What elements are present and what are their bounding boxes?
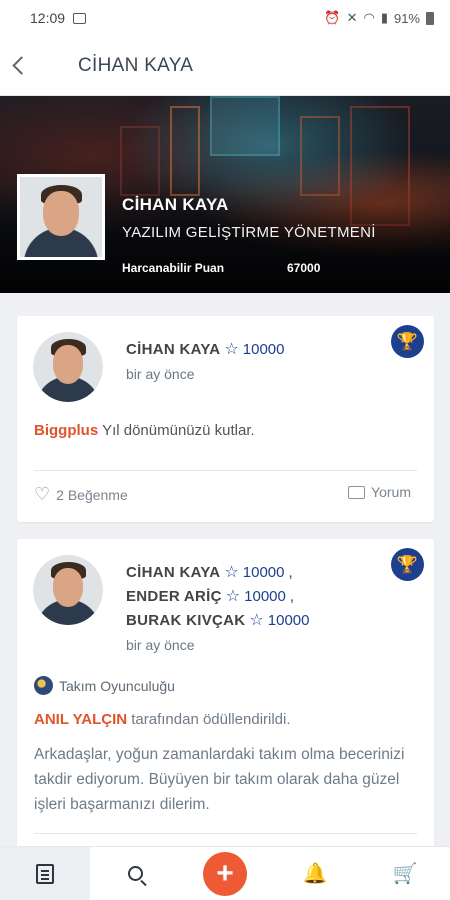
trophy-icon: 🏆 [391,325,424,358]
profile-name: CİHAN KAYA [122,195,229,214]
cover-decoration [210,96,280,156]
sender-name[interactable]: ANIL YALÇIN [34,711,127,728]
comment-label: Yorum [371,484,411,500]
back-button[interactable] [0,36,64,96]
nav-cart[interactable]: 🛒 [360,847,450,900]
recipient-avatar[interactable] [33,332,103,402]
award-message: Arkadaşlar, yoğun zamanlardaki takım olm… [34,746,405,813]
badge-row: Takım Oyunculuğu [34,676,175,695]
like-count: 2 Beğenme [56,486,128,503]
heart-icon: ♡ [34,484,51,504]
nav-add[interactable]: + [180,847,270,900]
feed-card: 🏆 CİHAN KAYA ☆ 10000 bir ay önce Biggplu… [17,316,434,522]
trophy-icon: 🏆 [391,548,424,581]
add-button[interactable]: + [203,851,247,896]
page-title: CİHAN KAYA [78,54,194,76]
profile-avatar[interactable] [17,174,105,260]
recipient-row: CİHAN KAYA ☆ 10000 [126,339,284,359]
divider [34,833,417,834]
divider [34,470,417,471]
feed-message: Biggplus Yıl dönümünüzü kutlar. [34,422,255,439]
award-line: ANIL YALÇIN tarafından ödüllendirildi. [34,711,291,728]
recipient-separator: , [288,563,293,581]
award-text: tarafından ödüllendirildi. [131,711,291,728]
star-icon: ☆ [224,341,239,358]
star-icon: ☆ [225,588,241,605]
profile-role: YAZILIM GELİŞTİRME YÖNETMENİ [122,224,376,241]
status-right: ⏰ ✕ ◠ ▮ 91% [324,10,434,26]
time-ago: bir ay önce [126,637,195,653]
nav-search[interactable] [90,847,180,900]
recipient-points: 10000 [267,611,310,629]
badge-label: Takım Oyunculuğu [59,677,175,694]
bell-icon: 🔔 [302,863,328,885]
recipient-points: 10000 [244,587,286,605]
chevron-left-icon [11,56,31,75]
app-bar: CİHAN KAYA [0,36,450,96]
search-icon [127,866,143,881]
avatar-photo [20,177,102,257]
time-ago: bir ay önce [126,366,195,382]
bottom-navigation: + 🔔 🛒 [0,846,450,900]
battery-percent: 91% [393,10,420,26]
status-time: 12:09 [30,10,66,26]
points-value: 67000 [287,261,321,275]
team-badge-icon [34,676,53,695]
recipient-avatar[interactable] [33,555,103,625]
recipient-name[interactable]: CİHAN KAYA [126,564,220,581]
cart-icon: 🛒 [392,863,418,885]
like-button[interactable]: ♡ 2 Beğenme [34,484,128,505]
profile-cover: CİHAN KAYA YAZILIM GELİŞTİRME YÖNETMENİ … [0,96,450,293]
message-text: Yıl dönümünüzü kutlar. [102,422,255,439]
recipient-name[interactable]: CİHAN KAYA [126,341,220,358]
image-notification-icon [73,12,87,24]
sender-name[interactable]: Biggplus [34,422,98,439]
recipient-row: BURAK KIVÇAK ☆ 10000 [126,610,310,630]
status-bar: 12:09 ⏰ ✕ ◠ ▮ 91% [0,0,450,36]
nav-feed[interactable] [0,846,90,900]
avatar-photo [33,555,103,625]
recipient-row: CİHAN KAYA ☆ 10000, [126,562,293,582]
feed-icon [36,863,54,884]
recipient-name[interactable]: ENDER ARİÇ [126,588,222,605]
comment-button[interactable]: Yorum [348,484,411,500]
recipient-row: ENDER ARİÇ ☆ 10000, [126,586,294,606]
signal-icon: ▮ [380,10,388,25]
recipient-separator: , [289,587,295,605]
alarm-icon: ⏰ [324,10,341,25]
star-icon: ☆ [249,612,264,629]
comment-icon [348,485,366,499]
points-label: Harcanabilir Puan [122,261,225,275]
star-icon: ☆ [224,564,239,581]
nav-notifications[interactable]: 🔔 [270,847,360,900]
feed-card: 🏆 CİHAN KAYA ☆ 10000, ENDER ARİÇ ☆ 10000… [17,539,434,859]
avatar-photo [33,332,103,402]
battery-icon [426,11,434,25]
recipient-points: 10000 [242,563,285,581]
recipient-points: 10000 [242,340,285,358]
mute-icon: ✕ [346,10,358,25]
recipient-name[interactable]: BURAK KIVÇAK [126,612,245,629]
wifi-icon: ◠ [363,10,375,25]
